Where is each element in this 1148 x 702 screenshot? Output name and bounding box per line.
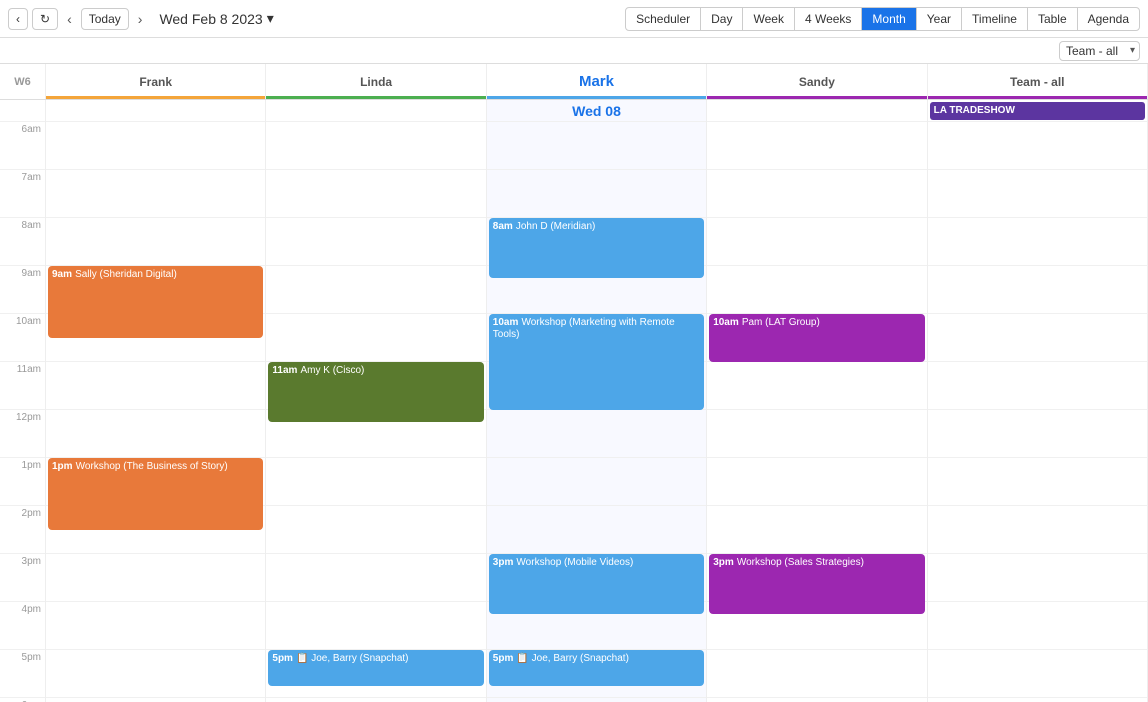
- col-sandy: 10am Pam (LAT Group) 3pm Workshop (Sales…: [707, 100, 927, 702]
- app-container: ‹ ↻ ‹ Today › Wed Feb 8 2023 ▾ Scheduler…: [0, 0, 1148, 702]
- team-selector-wrap: Team - all: [1059, 41, 1140, 61]
- week-label: W6: [0, 64, 46, 99]
- linda-color-bar: [266, 96, 485, 99]
- time-6pm: 6pm: [0, 698, 45, 702]
- time-5pm: 5pm: [0, 650, 45, 698]
- tab-timeline[interactable]: Timeline: [962, 8, 1028, 30]
- col-header-linda: Linda: [266, 64, 486, 99]
- event-linda-amyk[interactable]: 11am Amy K (Cisco): [268, 362, 483, 422]
- event-frank-sally[interactable]: 9am Sally (Sheridan Digital): [48, 266, 263, 338]
- back-button[interactable]: ‹: [8, 8, 28, 30]
- event-mark-workshop-mobile[interactable]: 3pm Workshop (Mobile Videos): [489, 554, 704, 614]
- time-3pm: 3pm: [0, 554, 45, 602]
- calendar-header: W6 Frank Linda Mark Sandy Team - all: [0, 64, 1148, 100]
- col-team: LA TRADESHOW: [928, 100, 1148, 702]
- time-1pm: 1pm: [0, 458, 45, 506]
- time-12pm: 12pm: [0, 410, 45, 458]
- event-sandy-pam[interactable]: 10am Pam (LAT Group): [709, 314, 924, 362]
- time-8am: 8am: [0, 218, 45, 266]
- next-button[interactable]: ›: [133, 8, 148, 30]
- col-frank: 9am Sally (Sheridan Digital) 1pm Worksho…: [46, 100, 266, 702]
- tab-month[interactable]: Month: [862, 8, 916, 30]
- team-selector[interactable]: Team - all: [1059, 41, 1140, 61]
- event-frank-workshop[interactable]: 1pm Workshop (The Business of Story): [48, 458, 263, 530]
- col-header-mark: Mark: [487, 64, 707, 99]
- calendar-body: 6am 7am 8am 9am 10am 11am 12pm 1pm 2pm 3…: [0, 100, 1148, 702]
- mark-color-bar: [487, 96, 706, 99]
- tab-week[interactable]: Week: [743, 8, 794, 30]
- day-columns: 9am Sally (Sheridan Digital) 1pm Worksho…: [46, 100, 1148, 702]
- tab-year[interactable]: Year: [917, 8, 962, 30]
- event-team-tradeshow[interactable]: LA TRADESHOW: [930, 102, 1145, 120]
- tab-4weeks[interactable]: 4 Weeks: [795, 8, 862, 30]
- col-header-team: Team - all: [928, 64, 1148, 99]
- time-10am: 10am: [0, 314, 45, 362]
- tab-scheduler[interactable]: Scheduler: [626, 8, 701, 30]
- tab-table[interactable]: Table: [1028, 8, 1078, 30]
- team-row: Team - all: [0, 38, 1148, 64]
- col-header-sandy: Sandy: [707, 64, 927, 99]
- col-linda: 11am Amy K (Cisco) 5pm 📋 Joe, Barry (Sna…: [266, 100, 486, 702]
- toolbar: ‹ ↻ ‹ Today › Wed Feb 8 2023 ▾ Scheduler…: [0, 0, 1148, 38]
- date-title[interactable]: Wed Feb 8 2023 ▾: [159, 10, 273, 27]
- event-mark-snapchat[interactable]: 5pm 📋 Joe, Barry (Snapchat): [489, 650, 704, 686]
- time-7am: 7am: [0, 170, 45, 218]
- col-mark: Wed 08 8am John D (Meridian) 10am Worksh…: [487, 100, 707, 702]
- prev-button[interactable]: ‹: [62, 8, 77, 30]
- tab-day[interactable]: Day: [701, 8, 743, 30]
- sandy-color-bar: [707, 96, 926, 99]
- time-2pm: 2pm: [0, 506, 45, 554]
- refresh-button[interactable]: ↻: [32, 8, 58, 30]
- col-header-frank: Frank: [46, 64, 266, 99]
- today-button[interactable]: Today: [81, 8, 129, 30]
- event-linda-snapchat[interactable]: 5pm 📋 Joe, Barry (Snapchat): [268, 650, 483, 686]
- event-sandy-workshop-sales[interactable]: 3pm Workshop (Sales Strategies): [709, 554, 924, 614]
- time-column: 6am 7am 8am 9am 10am 11am 12pm 1pm 2pm 3…: [0, 100, 46, 702]
- time-11am: 11am: [0, 362, 45, 410]
- event-mark-johnd[interactable]: 8am John D (Meridian): [489, 218, 704, 278]
- time-4pm: 4pm: [0, 602, 45, 650]
- time-9am: 9am: [0, 266, 45, 314]
- event-mark-workshop-marketing[interactable]: 10am Workshop (Marketing with Remote Too…: [489, 314, 704, 410]
- team-color-bar: [928, 96, 1147, 99]
- time-6am: 6am: [0, 122, 45, 170]
- tab-agenda[interactable]: Agenda: [1078, 8, 1139, 30]
- view-tabs: Scheduler Day Week 4 Weeks Month Year Ti…: [625, 7, 1140, 31]
- frank-color-bar: [46, 96, 265, 99]
